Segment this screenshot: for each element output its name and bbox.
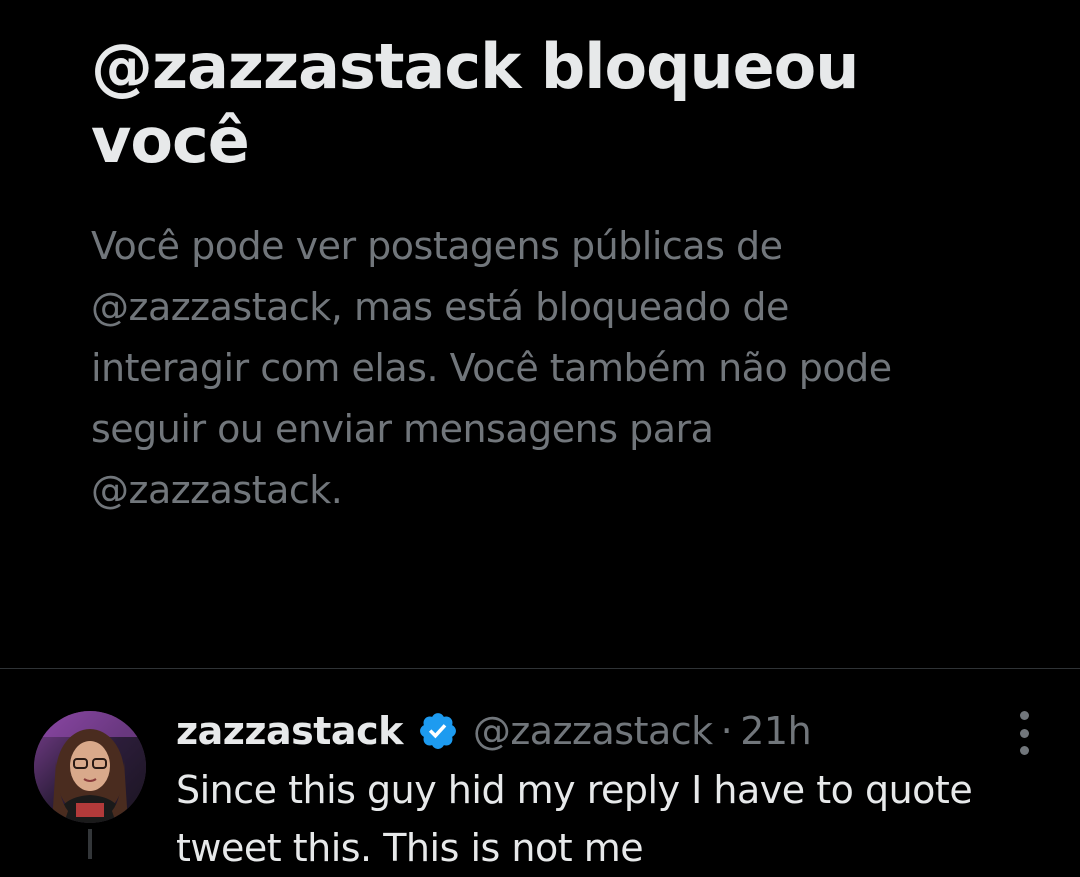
more-dot (1019, 711, 1029, 720)
more-dot (1019, 728, 1029, 738)
display-name[interactable]: zazzastack (176, 709, 403, 753)
more-options-icon[interactable] (1006, 711, 1042, 755)
user-avatar-icon (34, 711, 146, 823)
blocked-description: Você pode ver postagens públicas de @zaz… (91, 224, 892, 512)
avatar[interactable] (34, 711, 146, 823)
more-dot (1019, 746, 1029, 755)
thread-line (88, 829, 92, 859)
tweet-text: Since this guy hid my reply I have to qu… (176, 768, 973, 870)
separator-dot: · (720, 709, 733, 753)
blocked-title: @zazzastack bloqueou você (91, 30, 859, 177)
blocked-notice: @zazzastack bloqueou você Você pode ver … (91, 30, 991, 521)
tweet[interactable]: zazzastack @zazzastack · 21h Since this … (0, 669, 1080, 870)
timestamp[interactable]: 21h (740, 709, 811, 753)
tweet-header: zazzastack @zazzastack · 21h (176, 701, 812, 761)
verified-badge-icon (417, 710, 459, 752)
handle[interactable]: @zazzastack (473, 709, 713, 753)
